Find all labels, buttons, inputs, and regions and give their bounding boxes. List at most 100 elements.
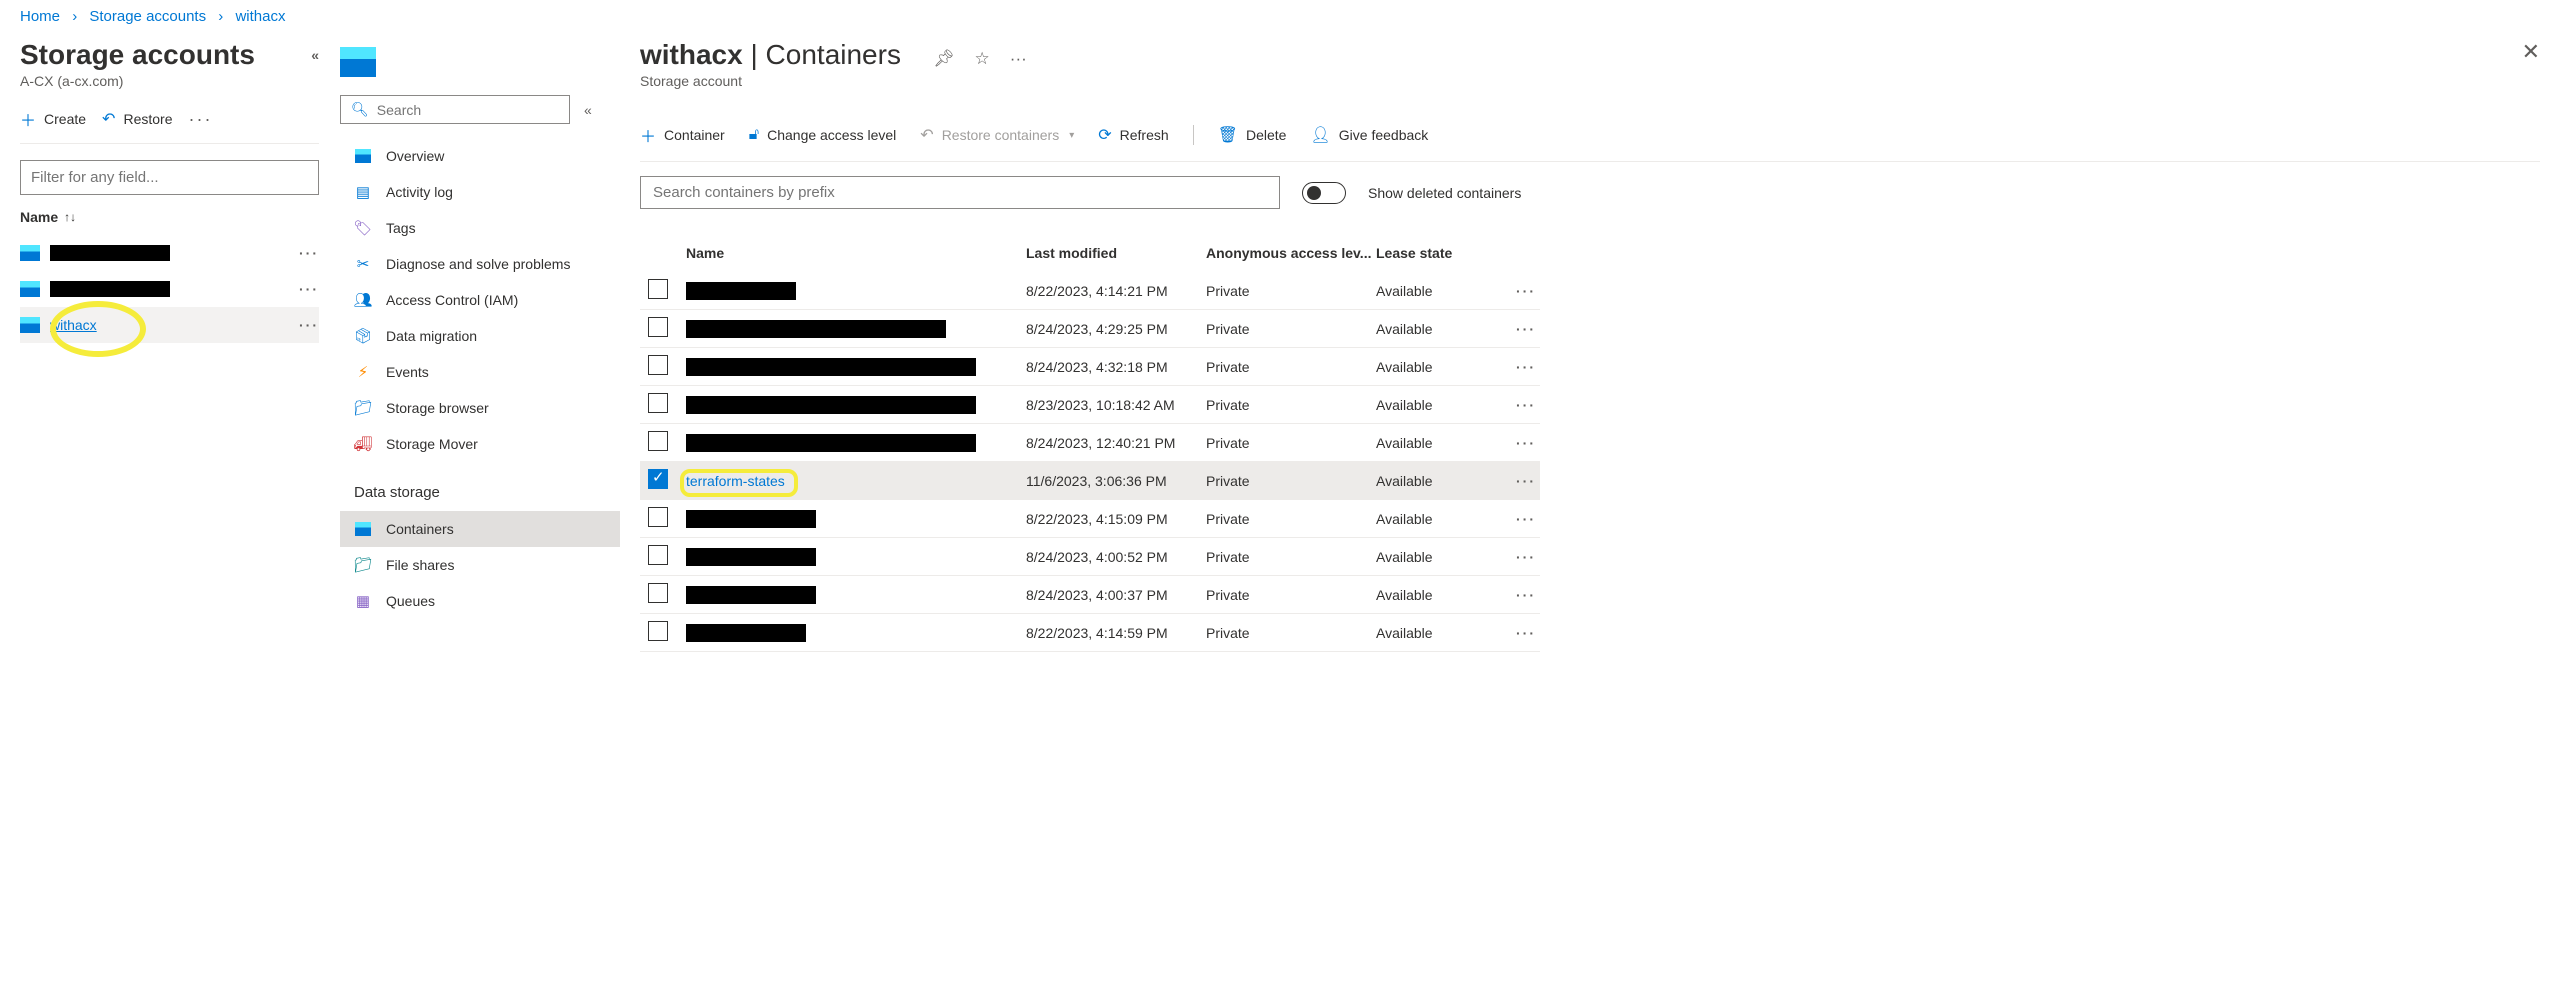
menu-item-mover[interactable]: 🚚︎Storage Mover <box>340 426 620 462</box>
row-checkbox[interactable] <box>648 621 668 641</box>
menu-item-activitylog[interactable]: ▤Activity log <box>340 174 620 210</box>
storage-icon <box>20 281 40 297</box>
col-access[interactable]: Anonymous access lev... <box>1206 245 1376 261</box>
refresh-icon: ⟳ <box>1098 125 1111 145</box>
cell-lease: Available <box>1376 549 1496 565</box>
menu-item-browser[interactable]: 📁︎Storage browser <box>340 390 620 426</box>
more-icon[interactable]: ··· <box>1010 49 1027 69</box>
new-container-button[interactable]: ＋ Container <box>640 123 725 147</box>
row-checkbox[interactable] <box>648 583 668 603</box>
menu-search-input[interactable]: 🔍︎ <box>340 95 570 124</box>
row-more-icon[interactable]: ··· <box>299 281 319 297</box>
delete-button[interactable]: 🗑︎ Delete <box>1218 125 1287 145</box>
change-access-button[interactable]: 🔓︎ Change access level <box>749 126 897 144</box>
row-more-icon[interactable]: ··· <box>1496 359 1536 375</box>
row-checkbox[interactable] <box>648 393 668 413</box>
storage-account-row[interactable]: ··· <box>20 235 319 271</box>
menu-item-tags[interactable]: 🏷︎Tags <box>340 210 620 246</box>
menu-item-label: Access Control (IAM) <box>386 292 518 308</box>
table-row[interactable]: 8/22/2023, 4:14:21 PMPrivateAvailable··· <box>640 272 1540 310</box>
filter-input[interactable] <box>20 160 319 195</box>
cell-access: Private <box>1206 397 1376 413</box>
table-row[interactable]: 8/24/2023, 12:40:21 PMPrivateAvailable··… <box>640 424 1540 462</box>
breadcrumb-storage-accounts[interactable]: Storage accounts <box>89 8 206 25</box>
col-modified[interactable]: Last modified <box>1026 245 1206 261</box>
row-checkbox[interactable] <box>648 469 668 489</box>
storage-icon <box>20 317 40 333</box>
menu-item-events[interactable]: ⚡︎Events <box>340 354 620 390</box>
row-checkbox[interactable] <box>648 545 668 565</box>
resource-menu: 🔍︎ « Overview▤Activity log🏷︎Tags✂︎Diagno… <box>340 33 620 658</box>
restore-containers-button: ↶ Restore containers ▾ <box>920 125 1074 145</box>
storage-account-row[interactable]: withacx ··· <box>20 307 319 343</box>
row-more-icon[interactable]: ··· <box>1496 587 1536 603</box>
breadcrumb-current[interactable]: withacx <box>235 8 285 25</box>
breadcrumb-home[interactable]: Home <box>20 8 60 25</box>
menu-item-containers[interactable]: Containers <box>340 511 620 547</box>
more-actions-icon[interactable]: ··· <box>188 109 212 130</box>
trash-icon: 🗑︎ <box>1218 125 1238 145</box>
plus-icon: ＋ <box>640 123 656 147</box>
row-more-icon[interactable]: ··· <box>1496 473 1536 489</box>
cell-modified: 11/6/2023, 3:06:36 PM <box>1026 473 1206 489</box>
show-deleted-toggle[interactable] <box>1302 182 1346 204</box>
row-more-icon[interactable]: ··· <box>1496 283 1536 299</box>
create-button[interactable]: ＋ Create <box>20 107 86 131</box>
row-more-icon[interactable]: ··· <box>1496 321 1536 337</box>
menu-item-overview[interactable]: Overview <box>340 138 620 174</box>
row-more-icon[interactable]: ··· <box>1496 625 1536 641</box>
collapse-left-icon[interactable]: « <box>311 47 319 63</box>
redacted-name <box>50 281 170 297</box>
close-icon[interactable]: ✕ <box>2522 39 2540 65</box>
cell-access: Private <box>1206 473 1376 489</box>
tenant-subtitle: A-CX (a-cx.com) <box>20 73 319 89</box>
cell-access: Private <box>1206 511 1376 527</box>
search-containers-input[interactable] <box>640 176 1280 209</box>
row-more-icon[interactable]: ··· <box>1496 397 1536 413</box>
redacted-name <box>686 510 816 528</box>
redacted-name <box>686 358 976 376</box>
storage-account-row[interactable]: ··· <box>20 271 319 307</box>
col-lease[interactable]: Lease state <box>1376 245 1496 261</box>
cell-access: Private <box>1206 549 1376 565</box>
table-row[interactable]: terraform-states 11/6/2023, 3:06:36 PMPri… <box>640 462 1540 500</box>
row-more-icon[interactable]: ··· <box>1496 511 1536 527</box>
cell-modified: 8/23/2023, 10:18:42 AM <box>1026 397 1206 413</box>
pin-icon[interactable]: 📌︎ <box>933 49 955 69</box>
row-checkbox[interactable] <box>648 279 668 299</box>
refresh-button[interactable]: ⟳ Refresh <box>1098 125 1168 145</box>
menu-item-migration[interactable]: 📦︎Data migration <box>340 318 620 354</box>
table-row[interactable]: 8/23/2023, 10:18:42 AMPrivateAvailable··… <box>640 386 1540 424</box>
row-more-icon[interactable]: ··· <box>299 317 319 333</box>
star-icon[interactable]: ☆ <box>975 49 990 69</box>
col-name[interactable]: Name <box>686 245 1026 261</box>
menu-item-fileshares[interactable]: 📁︎File shares <box>340 547 620 583</box>
menu-item-diagnose[interactable]: ✂︎Diagnose and solve problems <box>340 246 620 282</box>
storage-accounts-panel: Storage accounts « A-CX (a-cx.com) ＋ Cre… <box>0 33 340 658</box>
table-row[interactable]: 8/22/2023, 4:15:09 PMPrivateAvailable··· <box>640 500 1540 538</box>
row-more-icon[interactable]: ··· <box>1496 435 1536 451</box>
table-row[interactable]: 8/22/2023, 4:14:59 PMPrivateAvailable··· <box>640 614 1540 652</box>
row-more-icon[interactable]: ··· <box>1496 549 1536 565</box>
storage-account-link[interactable]: withacx <box>50 317 97 333</box>
table-row[interactable]: 8/24/2023, 4:29:25 PMPrivateAvailable··· <box>640 310 1540 348</box>
name-column-header[interactable]: Name ↑↓ <box>20 195 319 235</box>
row-checkbox[interactable] <box>648 507 668 527</box>
menu-item-iam[interactable]: 👥︎Access Control (IAM) <box>340 282 620 318</box>
row-checkbox[interactable] <box>648 431 668 451</box>
collapse-menu-icon[interactable]: « <box>584 102 592 118</box>
main-content: withacx | Containers 📌︎ ☆ ··· Storage ac… <box>620 33 2560 658</box>
menu-item-label: File shares <box>386 557 454 573</box>
row-checkbox[interactable] <box>648 355 668 375</box>
container-link[interactable]: terraform-states <box>686 473 785 489</box>
table-row[interactable]: 8/24/2023, 4:00:37 PMPrivateAvailable··· <box>640 576 1540 614</box>
row-checkbox[interactable] <box>648 317 668 337</box>
restore-button[interactable]: ↶ Restore <box>102 109 172 129</box>
cell-lease: Available <box>1376 587 1496 603</box>
menu-item-queues[interactable]: ▦Queues <box>340 583 620 619</box>
table-row[interactable]: 8/24/2023, 4:32:18 PMPrivateAvailable··· <box>640 348 1540 386</box>
row-more-icon[interactable]: ··· <box>299 245 319 261</box>
table-row[interactable]: 8/24/2023, 4:00:52 PMPrivateAvailable··· <box>640 538 1540 576</box>
menu-item-label: Tags <box>386 220 416 236</box>
feedback-button[interactable]: 👤︎ Give feedback <box>1310 125 1428 145</box>
